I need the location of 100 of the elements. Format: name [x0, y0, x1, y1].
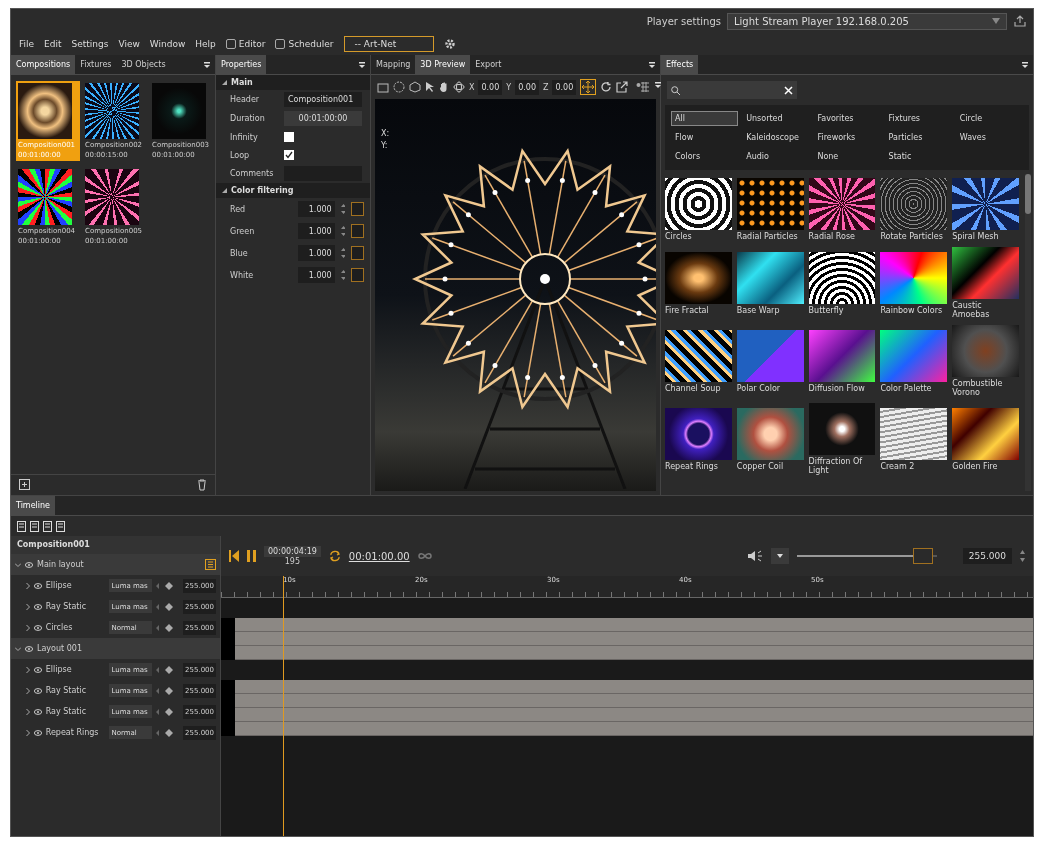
collapsed-chevron-icon[interactable]: [25, 666, 31, 673]
checkbox[interactable]: [284, 132, 294, 142]
trash-icon[interactable]: [197, 479, 207, 491]
collapsed-chevron-icon[interactable]: [25, 708, 31, 715]
pin-icon[interactable]: [654, 80, 663, 89]
pin-icon[interactable]: [648, 61, 656, 69]
view-3d-icon[interactable]: [393, 81, 405, 93]
pause-icon[interactable]: [247, 550, 256, 562]
3d-preview-viewport[interactable]: X: Y:: [375, 99, 656, 491]
pin-icon[interactable]: [358, 61, 366, 69]
panel-tab[interactable]: Properties: [216, 55, 267, 74]
layer-name[interactable]: Repeat Rings: [45, 728, 106, 737]
layer-name[interactable]: Layout 001: [37, 644, 107, 653]
layer-name[interactable]: Ray Static: [45, 707, 106, 716]
category-filter[interactable]: None: [813, 149, 881, 164]
mode-toggle[interactable]: Editor: [225, 39, 266, 49]
category-filter[interactable]: Audio: [742, 149, 810, 164]
hand-icon[interactable]: [439, 81, 449, 93]
spin-icon[interactable]: [1020, 549, 1025, 563]
upload-icon[interactable]: [1013, 14, 1027, 28]
collapse-icon[interactable]: [222, 188, 227, 193]
eye-icon[interactable]: [25, 645, 33, 652]
collapsed-chevron-icon[interactable]: [25, 624, 31, 631]
menu-item[interactable]: View: [118, 39, 140, 49]
number-field[interactable]: 1.000: [298, 223, 335, 239]
menu-item[interactable]: File: [19, 39, 35, 49]
panel-tab[interactable]: Export: [470, 55, 507, 74]
opacity-value[interactable]: 255.000: [962, 548, 1012, 564]
cursor-icon[interactable]: [425, 81, 435, 93]
layer-tool-icon[interactable]: [30, 520, 39, 532]
grid-icon[interactable]: [636, 81, 651, 93]
duration-button[interactable]: 00:01:00:00: [284, 111, 362, 126]
infinity-icon[interactable]: [417, 552, 432, 560]
category-filter[interactable]: Fixtures: [884, 111, 952, 126]
number-field[interactable]: 1.000: [298, 201, 335, 217]
section-header[interactable]: Main: [216, 75, 370, 90]
eye-icon[interactable]: [34, 603, 42, 610]
layer-name[interactable]: Ray Static: [45, 602, 106, 611]
number-field[interactable]: 1.000: [298, 245, 335, 261]
panel-tab[interactable]: 3D Objects: [116, 55, 171, 74]
menu-item[interactable]: Window: [149, 39, 186, 49]
number-field[interactable]: 1.000: [298, 267, 335, 283]
layer-tool-icon[interactable]: [17, 520, 26, 532]
category-filter[interactable]: Unsorted: [742, 111, 810, 126]
layer-tool-icon[interactable]: [56, 520, 65, 532]
spin-icon[interactable]: [340, 247, 345, 259]
color-swatch[interactable]: [350, 268, 364, 282]
layer-name[interactable]: Ellipse: [45, 665, 106, 674]
add-icon[interactable]: [19, 479, 30, 490]
layer-name[interactable]: Circles: [45, 623, 106, 632]
category-filter[interactable]: Waves: [955, 130, 1023, 145]
layer-name[interactable]: Ray Static: [45, 686, 106, 695]
pin-icon[interactable]: [203, 61, 211, 69]
protocol-select[interactable]: -- Art-Net: [343, 36, 434, 52]
spin-icon[interactable]: [340, 203, 345, 215]
eye-icon[interactable]: [34, 729, 42, 736]
layer-name[interactable]: Ellipse: [45, 581, 106, 590]
view-2d-icon[interactable]: [377, 81, 389, 93]
eye-icon[interactable]: [34, 582, 42, 589]
color-swatch[interactable]: [350, 202, 364, 216]
loop-icon[interactable]: [328, 550, 341, 562]
category-filter[interactable]: Colors: [671, 149, 739, 164]
layer-tool-icon[interactable]: [43, 520, 52, 532]
panel-tab[interactable]: Mapping: [371, 55, 416, 74]
category-filter[interactable]: Favorites: [813, 111, 881, 126]
coordinate-field[interactable]: 0.00: [515, 79, 539, 95]
list-icon[interactable]: [205, 559, 216, 570]
collapsed-chevron-icon[interactable]: [25, 603, 31, 610]
pin-icon[interactable]: [1021, 61, 1029, 69]
duration-link[interactable]: 00:01:00.00: [348, 550, 410, 562]
settings-icon[interactable]: [443, 38, 456, 50]
category-filter[interactable]: Static: [884, 149, 952, 164]
category-filter[interactable]: Flow: [671, 130, 739, 145]
mode-toggle[interactable]: Scheduler: [275, 39, 334, 49]
panel-tab[interactable]: 3D Preview: [415, 55, 471, 74]
close-icon[interactable]: [784, 85, 793, 95]
rotate-icon[interactable]: [600, 81, 613, 93]
collapsed-chevron-icon[interactable]: [25, 582, 31, 589]
section-header[interactable]: Color filtering: [216, 183, 370, 198]
coordinate-field[interactable]: 0.00: [552, 79, 577, 95]
export-icon[interactable]: [616, 81, 629, 93]
color-swatch[interactable]: [350, 246, 364, 260]
panel-tab[interactable]: Timeline: [11, 496, 55, 515]
move-icon[interactable]: [580, 79, 597, 95]
eye-icon[interactable]: [34, 624, 42, 631]
scrollbar-thumb[interactable]: [1025, 174, 1031, 214]
category-filter[interactable]: Fireworks: [813, 130, 881, 145]
category-filter[interactable]: Particles: [884, 130, 952, 145]
menu-item[interactable]: Edit: [44, 39, 62, 49]
collapsed-chevron-icon[interactable]: [25, 729, 31, 736]
eye-icon[interactable]: [34, 687, 42, 694]
layer-name[interactable]: Main layout: [37, 560, 107, 569]
orbit-icon[interactable]: [453, 81, 465, 93]
spin-icon[interactable]: [340, 225, 345, 237]
spin-icon[interactable]: [340, 269, 345, 281]
skip-back-icon[interactable]: [229, 550, 239, 562]
dropdown-button[interactable]: [770, 548, 789, 564]
eye-icon[interactable]: [25, 561, 33, 568]
category-filter[interactable]: Kaleidoscope: [742, 130, 810, 145]
collapsed-chevron-icon[interactable]: [25, 687, 31, 694]
